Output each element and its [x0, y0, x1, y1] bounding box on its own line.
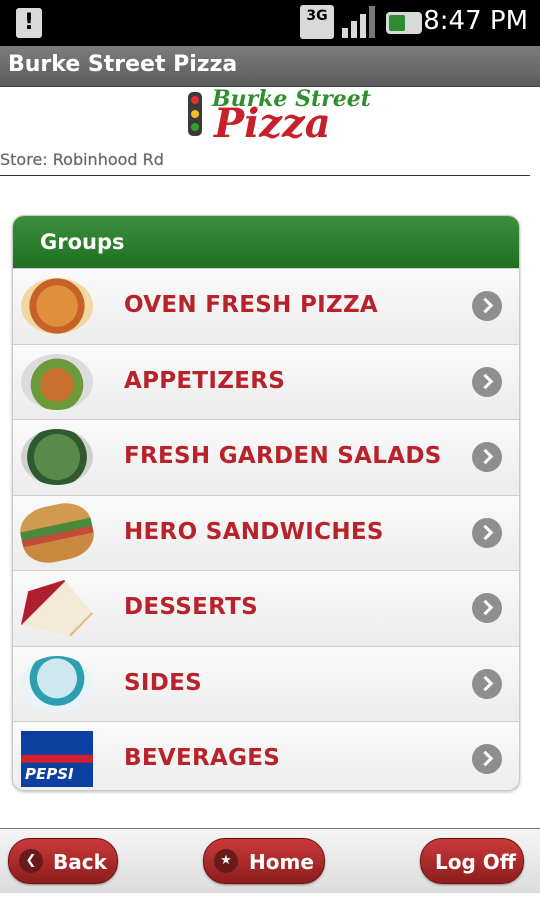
status-time: 8:47 PM: [423, 6, 528, 36]
store-label: Store: Robinhood Rd: [0, 150, 164, 169]
group-item-label: APPETIZERS: [124, 367, 286, 394]
group-item-beverages[interactable]: PEPSI BEVERAGES: [13, 721, 519, 790]
group-item-appetizers[interactable]: APPETIZERS: [13, 343, 519, 419]
pizza-icon: [21, 278, 93, 334]
group-item-label: OVEN FRESH PIZZA: [124, 292, 379, 318]
groups-heading: Groups: [40, 230, 125, 254]
battery-icon: [386, 12, 422, 34]
logo-line-2: Pizza: [214, 100, 331, 147]
groups-panel: Groups OVEN FRESH PIZZA APPETIZERS FRESH…: [12, 215, 520, 791]
group-item-label: BEVERAGES: [124, 745, 281, 771]
status-bar: 3G 8:47 PM: [0, 0, 540, 46]
sauce-cup-icon: [21, 655, 93, 712]
group-item-salads[interactable]: FRESH GARDEN SALADS: [13, 419, 519, 495]
chevron-right-icon: [472, 593, 502, 623]
chevron-right-icon: [472, 517, 502, 548]
app-title: Burke Street Pizza: [8, 52, 238, 77]
home-button[interactable]: ★ Home: [203, 838, 325, 884]
chevron-right-icon: [472, 366, 502, 397]
traffic-light-icon: [188, 92, 202, 136]
bottom-nav-bar: ❮ Back ★ Home Log Off: [0, 828, 540, 893]
group-item-label: FRESH GARDEN SALADS: [124, 443, 442, 469]
salad-icon: [21, 429, 93, 485]
wings-icon: [21, 353, 93, 410]
header-divider: [0, 175, 530, 176]
notification-icon: [16, 8, 42, 38]
chevron-right-icon: [472, 668, 502, 699]
logoff-button-label: Log Off: [435, 850, 516, 874]
chevron-right-icon: [472, 442, 502, 472]
back-button[interactable]: ❮ Back: [8, 838, 118, 884]
group-item-sides[interactable]: SIDES: [13, 645, 519, 721]
group-item-label: HERO SANDWICHES: [124, 518, 384, 545]
home-button-label: Home: [249, 850, 314, 874]
app-title-bar: Burke Street Pizza: [0, 46, 540, 87]
group-item-label: SIDES: [124, 669, 202, 696]
chevron-left-icon: ❮: [19, 849, 43, 873]
dessert-icon: [21, 580, 93, 636]
group-item-label: DESSERTS: [124, 594, 258, 620]
chevron-right-icon: [472, 744, 502, 774]
brand-logo: Burke Street Pizza: [186, 86, 371, 147]
logoff-button[interactable]: Log Off: [420, 838, 524, 884]
group-item-sandwiches[interactable]: HERO SANDWICHES: [13, 494, 519, 570]
back-button-label: Back: [53, 850, 107, 874]
chevron-right-icon: [472, 291, 502, 321]
group-item-pizza[interactable]: OVEN FRESH PIZZA: [13, 268, 519, 344]
groups-header: Groups: [13, 216, 519, 268]
pepsi-text: PEPSI: [25, 765, 74, 783]
sandwich-icon: [15, 497, 99, 568]
star-icon: ★: [214, 849, 238, 873]
group-item-desserts[interactable]: DESSERTS: [13, 570, 519, 646]
pepsi-icon: PEPSI: [21, 731, 93, 787]
network-3g-icon: 3G: [300, 5, 334, 39]
signal-strength-icon: [342, 6, 375, 38]
